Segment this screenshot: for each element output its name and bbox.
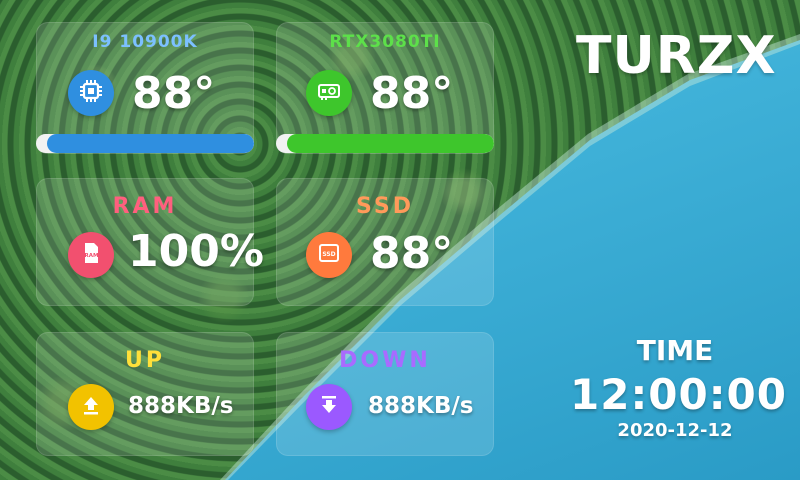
svg-text:SSD: SSD [322,251,335,258]
cpu-chip-icon [78,78,104,108]
clock-time: 12:00:00 [570,370,787,419]
download-card: DOWN 888KB/s [276,332,494,456]
ram-icon: RAM [78,240,104,270]
gpu-load-fill [286,134,494,153]
upload-icon-badge [68,384,114,430]
cpu-temperature: 88° [132,68,216,119]
upload-title: UP [125,348,165,373]
cpu-icon-badge [68,70,114,116]
gpu-temperature: 88° [370,68,454,119]
ram-card: RAM RAM 100% [36,178,264,306]
gpu-load-bar [276,134,494,153]
gpu-card: RTX3080TI 88° [276,22,494,154]
ssd-icon-badge: SSD [306,232,352,278]
gpu-icon-badge [306,70,352,116]
brand-logo: TURZX [576,26,777,86]
monitor-screen: I9 10900K 88° RTX3080TI 88° RAM RAM 100%… [0,0,800,480]
ssd-card: SSD SSD 88° [276,178,494,306]
download-icon-badge [306,384,352,430]
ram-title: RAM [112,194,178,219]
ram-usage: 100% [128,226,264,277]
upload-speed: 888KB/s [128,393,234,419]
upload-icon [78,392,104,422]
download-title: DOWN [339,348,431,373]
clock-date: 2020-12-12 [617,420,733,441]
cpu-load-fill [46,134,254,153]
ssd-temperature: 88° [370,228,454,279]
svg-text:RAM: RAM [85,253,99,259]
gpu-card-icon [316,78,342,108]
download-speed: 888KB/s [368,393,474,419]
cpu-card: I9 10900K 88° [36,22,254,154]
gpu-title: RTX3080TI [329,32,441,52]
ssd-title: SSD [356,194,414,219]
ram-icon-badge: RAM [68,232,114,278]
cpu-title: I9 10900K [92,32,198,52]
cpu-load-bar [36,134,254,153]
upload-card: UP 888KB/s [36,332,254,456]
clock-label: TIME [636,334,714,367]
ssd-icon: SSD [316,240,342,270]
download-icon [316,392,342,422]
